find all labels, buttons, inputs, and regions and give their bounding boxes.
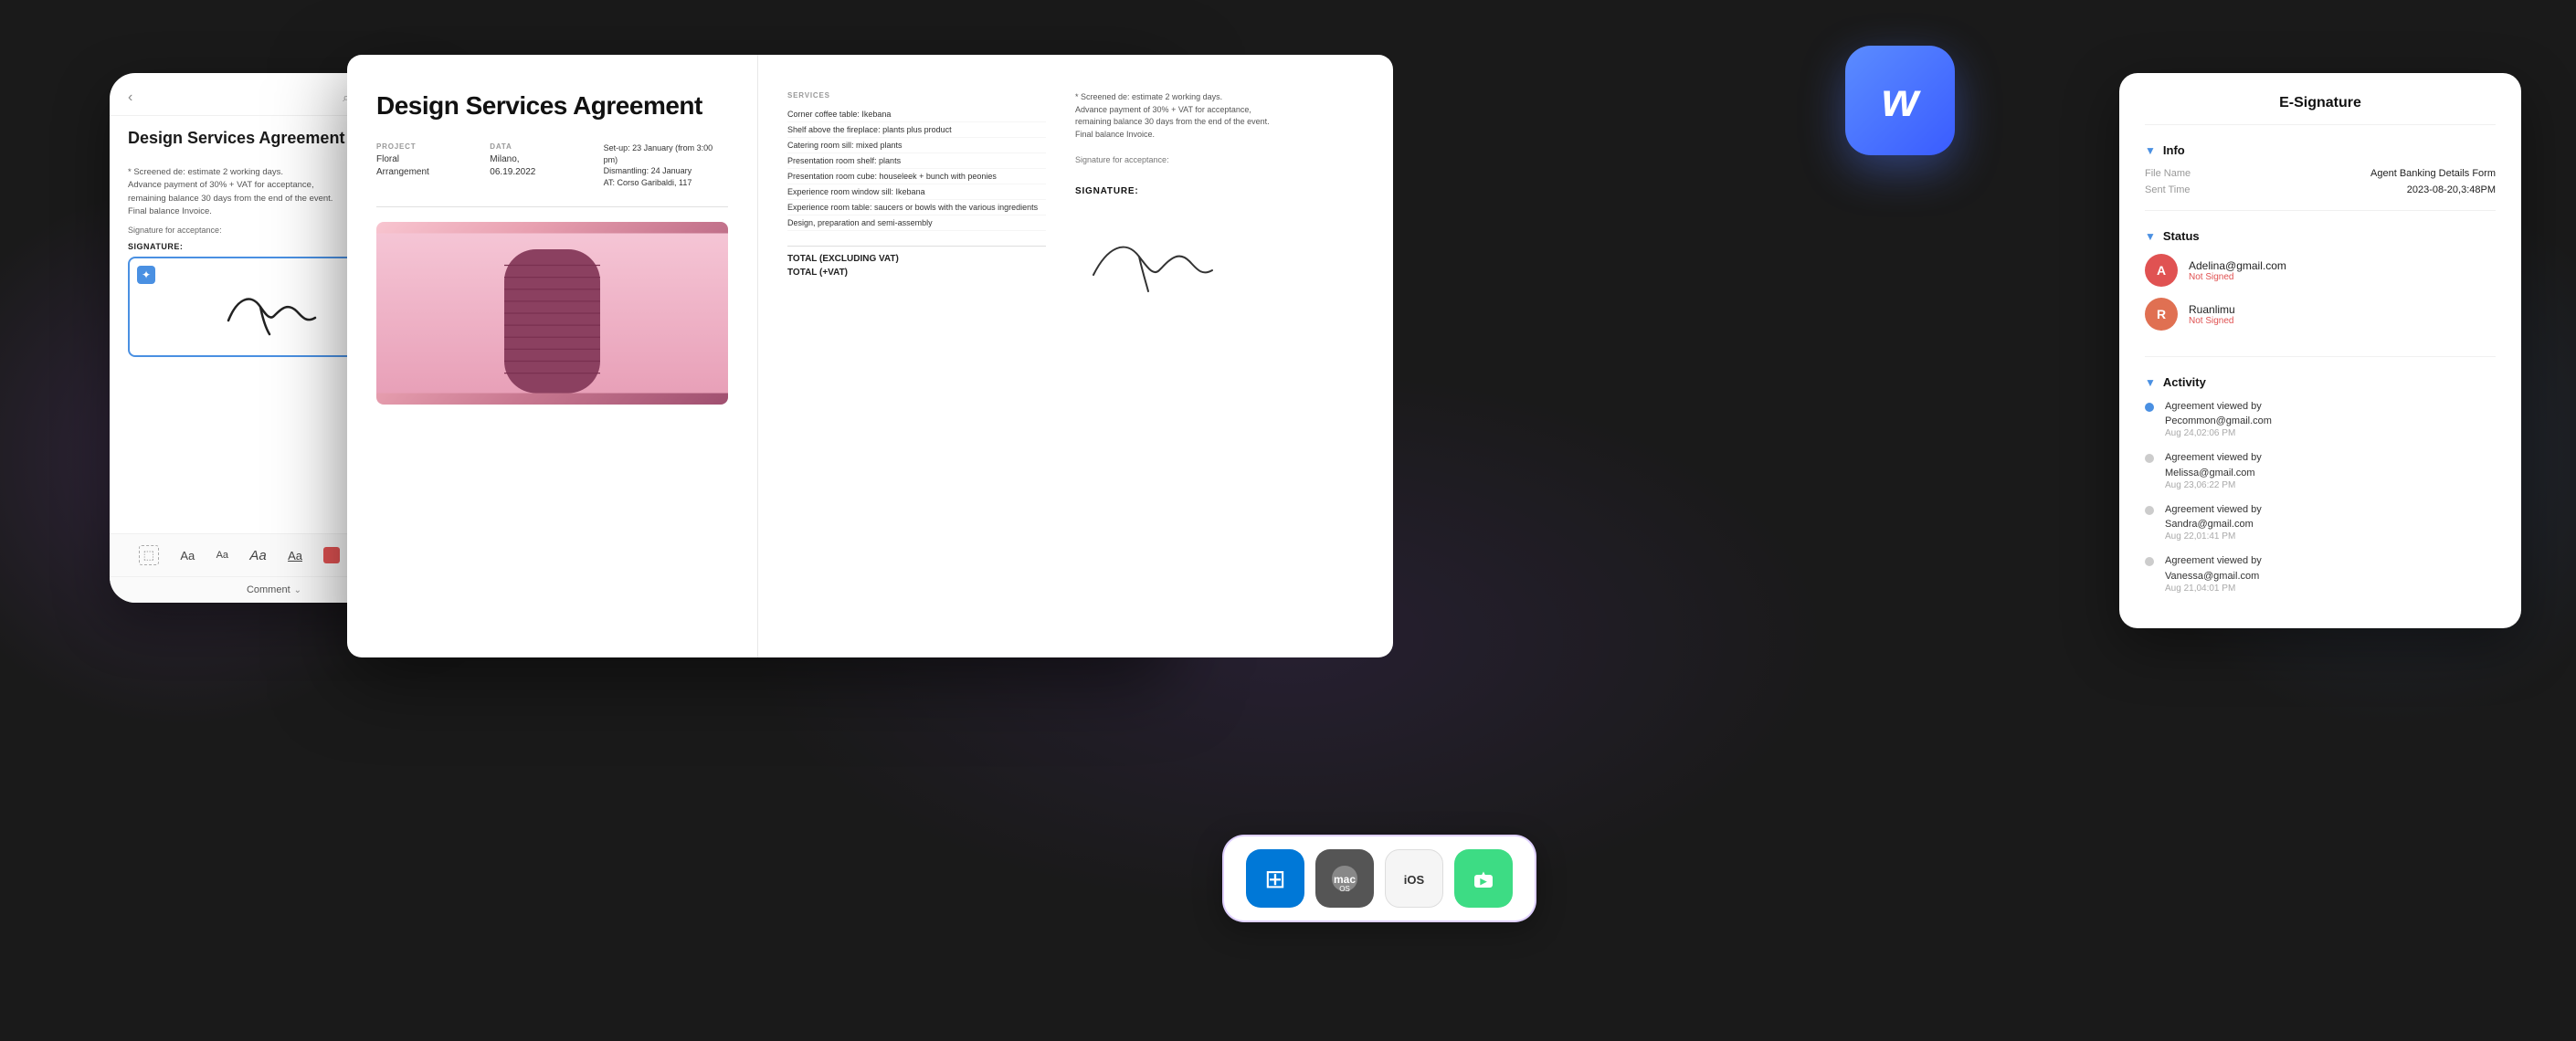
esig-activity-list: Agreement viewed by Pecommon@gmail.com A… [2145, 400, 2496, 594]
esig-info-header: ▼ Info [2145, 143, 2496, 157]
svg-text:mac: mac [1334, 873, 1356, 886]
esig-status-section: A Adelina@gmail.com Not Signed R Ruanlim… [2145, 254, 2496, 357]
esig-status-header: ▼ Status [2145, 229, 2496, 243]
comment-label[interactable]: Comment [247, 584, 290, 595]
color-red[interactable] [323, 547, 340, 563]
platform-android[interactable]: ▲▶ [1454, 849, 1513, 908]
avatar-adelina: A [2145, 254, 2178, 287]
platform-pills: ⊞ macOS iOS ▲▶ [1222, 835, 1536, 922]
font-aa-4[interactable]: Aa [288, 549, 302, 563]
comment-chevron-icon: ⌄ [294, 585, 301, 595]
esig-activity-label: Activity [2163, 375, 2206, 389]
doc-meta: PROJECT Floral Arrangement DATA Milano, … [376, 142, 728, 188]
signer-1-info: Adelina@gmail.com Not Signed [2189, 259, 2286, 282]
activity-dot-icon [2145, 403, 2154, 412]
activity-item: Agreement viewed by Pecommon@gmail.com A… [2145, 400, 2496, 438]
doc-right-signature [1075, 211, 1258, 302]
doc-meta-project: PROJECT Floral Arrangement [376, 142, 453, 188]
select-icon[interactable]: ⬚ [139, 545, 159, 565]
doc-right-sig-label: Signature for acceptance: [1075, 155, 1364, 164]
font-aa-3[interactable]: Aa [249, 548, 266, 563]
signer-1: A Adelina@gmail.com Not Signed [2145, 254, 2496, 287]
activity-dot-icon [2145, 506, 2154, 515]
font-aa-1[interactable]: Aa [180, 549, 195, 563]
esig-status-label: Status [2163, 229, 2200, 243]
svg-text:OS: OS [1339, 885, 1350, 893]
activity-item: Agreement viewed by Vanessa@gmail.com Au… [2145, 554, 2496, 593]
avatar-ruanlimu: R [2145, 298, 2178, 331]
platform-macos[interactable]: macOS [1315, 849, 1374, 908]
back-icon[interactable]: ‹ [128, 89, 132, 106]
doc-building-image [376, 222, 728, 405]
file-name-value: Agent Banking Details Form [2329, 168, 2496, 179]
signer-1-email: Adelina@gmail.com [2189, 259, 2286, 272]
activity-item: Agreement viewed by Sandra@gmail.com Aug… [2145, 503, 2496, 542]
signature-drawing [210, 270, 338, 343]
info-arrow-icon: ▼ [2145, 144, 2156, 157]
platform-windows[interactable]: ⊞ [1246, 849, 1304, 908]
doc-right-sig-label2: SIGNATURE: [1075, 186, 1364, 196]
signer-2-info: Ruanlimu Not Signed [2189, 303, 2235, 326]
activity-dot-icon [2145, 454, 2154, 463]
esig-panel: E-Signature ▼ Info File Name Agent Banki… [2119, 73, 2521, 628]
sent-time-value: 2023-08-20,3:48PM [2329, 184, 2496, 195]
signer-2-email: Ruanlimu [2189, 303, 2235, 316]
activity-item: Agreement viewed by Melissa@gmail.com Au… [2145, 451, 2496, 489]
doc-left: Design Services Agreement PROJECT Floral… [347, 55, 758, 657]
doc-right-sig-section: SIGNATURE: [1075, 186, 1364, 307]
svg-text:▶: ▶ [1480, 877, 1488, 886]
doc-right-content: * Screened de: estimate 2 working days. … [1046, 55, 1393, 657]
esig-activity-header: ▼ Activity [2145, 375, 2496, 389]
doc-title: Design Services Agreement [376, 91, 728, 121]
activity-arrow-icon: ▼ [2145, 376, 2156, 389]
esig-title: E-Signature [2145, 95, 2496, 125]
app-icon: w [1845, 46, 1955, 155]
signer-2-status: Not Signed [2189, 316, 2235, 326]
esig-info-label: Info [2163, 143, 2185, 157]
font-aa-2[interactable]: Aa [216, 550, 228, 561]
sent-time-label: Sent Time [2145, 184, 2311, 195]
esig-info-grid: File Name Agent Banking Details Form Sen… [2145, 168, 2496, 211]
svg-text:iOS: iOS [1404, 873, 1425, 887]
doc-right-text-block: * Screened de: estimate 2 working days. … [1075, 91, 1364, 141]
platform-ios[interactable]: iOS [1385, 849, 1443, 908]
status-arrow-icon: ▼ [2145, 230, 2156, 243]
doc-meta-data: DATA Milano, 06.19.2022 [490, 142, 566, 188]
signer-2: R Ruanlimu Not Signed [2145, 298, 2496, 331]
file-name-label: File Name [2145, 168, 2311, 179]
sig-star-icon: ✦ [137, 266, 155, 284]
doc-meta-setup: Set-up: 23 January (from 3:00 pm) Disman… [604, 142, 728, 188]
app-icon-letter: w [1882, 73, 1918, 128]
signer-1-status: Not Signed [2189, 272, 2286, 282]
activity-dot-icon [2145, 557, 2154, 566]
